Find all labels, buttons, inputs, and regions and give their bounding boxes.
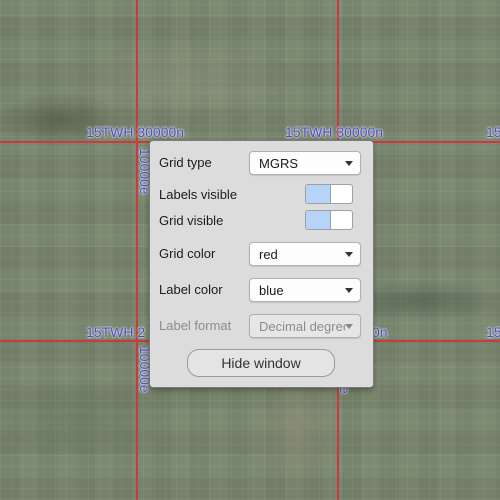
grid-type-row: Grid type MGRS xyxy=(150,151,373,175)
grid-color-label: Grid color xyxy=(159,246,216,261)
grid-color-row: Grid color red xyxy=(150,242,373,266)
label-format-value: Decimal degrees xyxy=(259,319,345,334)
grid-type-select[interactable]: MGRS xyxy=(249,151,361,175)
grid-label: 0n xyxy=(372,324,388,340)
label-color-row: Label color blue xyxy=(150,278,373,302)
label-color-value: blue xyxy=(259,283,284,298)
label-format-select: Decimal degrees xyxy=(249,314,361,338)
chevron-down-icon xyxy=(345,161,353,166)
label-color-select[interactable]: blue xyxy=(249,278,361,302)
grid-label: 15TWH 30000n xyxy=(86,124,185,140)
chevron-down-icon xyxy=(345,288,353,293)
toggle-knob xyxy=(330,185,331,203)
grid-type-label: Grid type xyxy=(159,155,212,170)
toggle-on-indicator xyxy=(306,211,331,229)
grid-label: 15 xyxy=(486,124,500,140)
label-color-label: Label color xyxy=(159,282,223,297)
label-format-label: Label format xyxy=(159,318,232,333)
grid-label: 15 xyxy=(486,324,500,340)
grid-visible-row: Grid visible xyxy=(150,209,373,233)
grid-visible-label: Grid visible xyxy=(159,213,224,228)
label-format-row: Label format Decimal degrees xyxy=(150,314,373,338)
grid-settings-panel: Grid type MGRS Labels visible Grid visib… xyxy=(149,140,374,388)
toggle-knob xyxy=(330,211,331,229)
labels-visible-label: Labels visible xyxy=(159,187,238,202)
grid-label: 15TWH 30000n xyxy=(285,124,384,140)
grid-label: 15TWH 2 xyxy=(86,324,146,340)
toggle-on-indicator xyxy=(306,185,331,203)
chevron-down-icon xyxy=(345,324,353,329)
labels-visible-toggle[interactable] xyxy=(305,184,353,204)
chevron-down-icon xyxy=(345,252,353,257)
grid-color-value: red xyxy=(259,247,278,262)
labels-visible-row: Labels visible xyxy=(150,183,373,207)
hide-window-button[interactable]: Hide window xyxy=(187,349,335,377)
grid-type-value: MGRS xyxy=(259,156,298,171)
grid-visible-toggle[interactable] xyxy=(305,210,353,230)
grid-color-select[interactable]: red xyxy=(249,242,361,266)
grid-line xyxy=(136,0,138,500)
